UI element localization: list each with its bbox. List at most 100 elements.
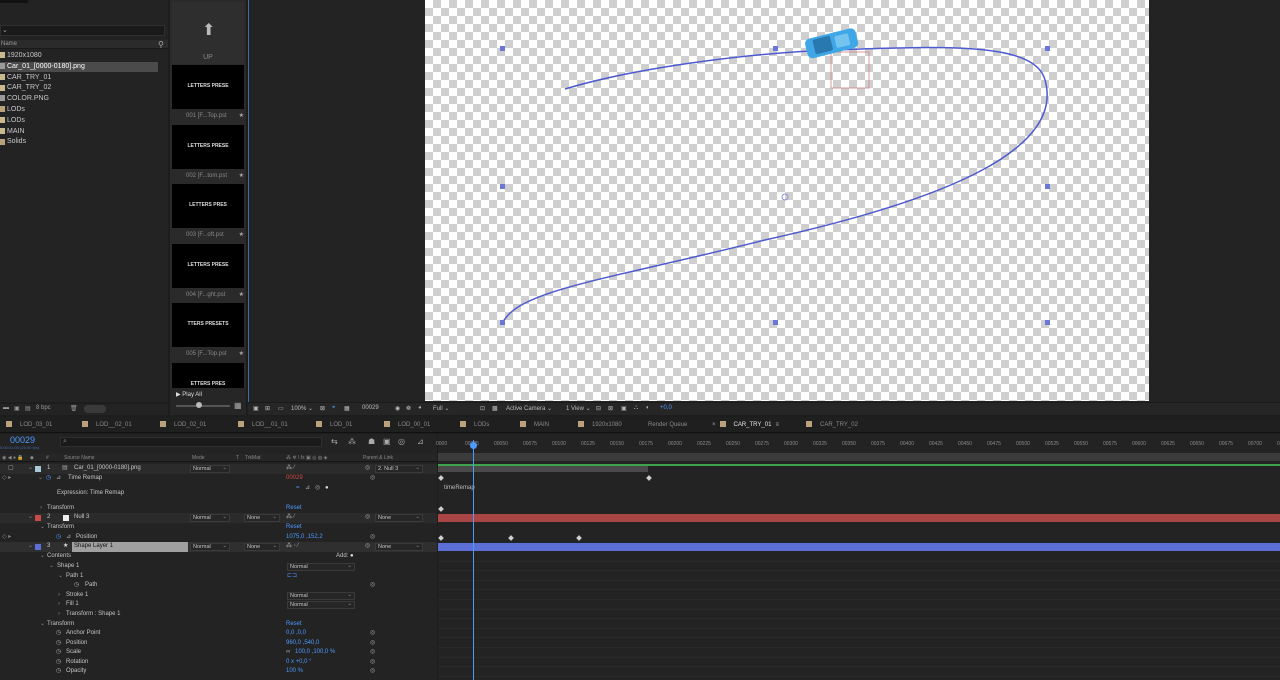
- comp-tab[interactable]: Render Queue: [648, 417, 687, 433]
- pickwhip-icon[interactable]: ◎: [365, 464, 370, 474]
- comp-tab[interactable]: LOD_03_01: [6, 417, 52, 433]
- comp-tab[interactable]: LOD__01_01: [238, 417, 288, 433]
- preset-size-knob[interactable]: [196, 402, 202, 408]
- motion-blur-icon[interactable]: ◎: [398, 437, 405, 446]
- pixel-aspect-icon[interactable]: ⊟: [596, 405, 601, 412]
- favorite-star-icon[interactable]: ★: [239, 110, 244, 122]
- preset-label[interactable]: 002 [F...tom.pst ★: [172, 170, 246, 182]
- layer-name[interactable]: Shape Layer 1: [72, 542, 188, 552]
- expand-chevron-icon[interactable]: ⌄: [28, 542, 33, 552]
- toggle-transparency-icon[interactable]: ▩: [492, 405, 498, 412]
- expand-chevron-icon[interactable]: ⌄: [38, 474, 43, 484]
- grid-view-icon[interactable]: ▦: [234, 401, 242, 410]
- keyframe[interactable]: [508, 535, 514, 541]
- zoom-dropdown[interactable]: 100% ⌄: [291, 405, 313, 412]
- preset-label[interactable]: 003 [F...oft.pst ★: [172, 229, 246, 241]
- parent-dropdown[interactable]: 2. Null 3: [375, 465, 423, 473]
- layer-label-color[interactable]: [35, 515, 41, 521]
- project-item[interactable]: MAIN: [0, 127, 158, 137]
- timeline-track-area[interactable]: 0000000250005000075001000012500150001750…: [436, 434, 1280, 680]
- camera-dropdown[interactable]: Active Camera ⌄: [506, 405, 552, 412]
- current-time-indicator[interactable]: [473, 440, 474, 680]
- shape1-mode-dropdown[interactable]: Normal: [287, 563, 355, 571]
- favorite-star-icon[interactable]: ★: [239, 170, 244, 182]
- layer-name[interactable]: Null 3: [74, 513, 89, 523]
- layer-label-color[interactable]: [35, 466, 41, 472]
- fill1-mode-dropdown[interactable]: Normal: [287, 601, 355, 609]
- stroke1-mode-dropdown[interactable]: Normal: [287, 592, 355, 600]
- keyframe[interactable]: [576, 535, 582, 541]
- anchor-value[interactable]: 0,0 ,0,0: [286, 629, 306, 639]
- new-comp-icon[interactable]: ▣: [14, 405, 20, 412]
- project-item[interactable]: Solids: [0, 137, 158, 147]
- source-name-column[interactable]: Source Name: [64, 454, 95, 462]
- pickwhip-icon[interactable]: ◎: [370, 648, 375, 658]
- comp-tab[interactable]: LOD_01: [316, 417, 352, 433]
- layer-row-2[interactable]: ⌄ 2 Null 3 Normal None ⁂ ⁄ ◎ None: [0, 513, 437, 523]
- layer-switches[interactable]: ⁂ ⁄: [286, 464, 295, 474]
- always-preview-icon[interactable]: ▣: [253, 405, 259, 412]
- project-item[interactable]: LODs: [0, 105, 158, 115]
- bpc-label[interactable]: 8 bpc: [36, 405, 51, 411]
- pickwhip-icon[interactable]: ◎: [370, 581, 375, 591]
- opacity-row[interactable]: ◷ Opacity 100 % ◎: [0, 667, 437, 677]
- keyframe[interactable]: [438, 475, 444, 481]
- keyframe[interactable]: [438, 535, 444, 541]
- up-folder-button[interactable]: ⬆ UP: [172, 2, 244, 64]
- pickwhip-icon[interactable]: ◎: [365, 513, 370, 523]
- safe-margins-icon[interactable]: ⌖: [332, 405, 335, 412]
- draft-3d-icon[interactable]: ⁂: [348, 437, 356, 446]
- preset-thumbnail[interactable]: LETTERS PRESE: [172, 65, 244, 109]
- pickwhip-icon[interactable]: ◎: [365, 542, 370, 552]
- expand-chevron-icon[interactable]: ›: [58, 600, 60, 610]
- snapshot-icon[interactable]: ◉: [395, 405, 400, 412]
- flowchart-icon[interactable]: ⚲: [158, 40, 164, 49]
- favorite-star-icon[interactable]: ★: [239, 348, 244, 360]
- layer-row-3[interactable]: ⌄ 3 ★ Shape Layer 1 Normal None ⁂ ◦ ⁄ ◎ …: [0, 542, 437, 552]
- keyframe-nav-icon[interactable]: ◇ ▸: [2, 474, 11, 484]
- play-all-button[interactable]: ▶ Play All: [176, 391, 202, 398]
- layer-row-1[interactable]: ▢ ⌄ 1 ▤ Car_01_[0000-0180].png Normal ⁂ …: [0, 464, 437, 474]
- mode-dropdown[interactable]: Normal: [190, 514, 230, 522]
- search-dropdown-icon[interactable]: ⌄: [2, 26, 8, 34]
- parent-dropdown[interactable]: None: [375, 514, 423, 522]
- stopwatch-icon[interactable]: ◷: [74, 581, 79, 591]
- fill1-row[interactable]: › Fill 1 Normal: [0, 600, 437, 610]
- grid-icon[interactable]: ⊠: [320, 405, 325, 412]
- preset-thumbnail[interactable]: LETTERS PRESE: [172, 124, 244, 169]
- layer-name[interactable]: Car_01_[0000-0180].png: [74, 464, 141, 474]
- comp-tab[interactable]: × CAR_TRY_01 ≡: [712, 417, 779, 433]
- stopwatch-icon[interactable]: ◷: [46, 474, 51, 484]
- reset-exposure-icon[interactable]: ◐: [646, 405, 650, 411]
- show-snapshot-icon[interactable]: ❁: [406, 405, 411, 412]
- path-row[interactable]: ◷ Path ◎: [0, 581, 437, 591]
- comp-tab[interactable]: LOD_02_01: [160, 417, 206, 433]
- preset-size-slider[interactable]: [176, 405, 230, 407]
- pickwhip-icon[interactable]: ◎: [370, 667, 375, 677]
- shape1-row[interactable]: ⌄ Shape 1 Normal: [0, 562, 437, 572]
- expand-chevron-icon[interactable]: ⌄: [40, 523, 45, 533]
- stopwatch-icon[interactable]: ◷: [56, 629, 61, 639]
- layer-label-color[interactable]: [35, 544, 41, 550]
- guides-icon[interactable]: ⊞: [265, 405, 270, 412]
- project-item[interactable]: CAR_TRY_02: [0, 83, 158, 93]
- comp-tab[interactable]: LODs: [460, 417, 489, 433]
- expand-chevron-icon[interactable]: ⌄: [49, 562, 54, 572]
- comp-canvas[interactable]: [425, 0, 1149, 401]
- favorite-star-icon[interactable]: ★: [239, 229, 244, 241]
- flowchart-icon[interactable]: ⛬: [634, 405, 638, 412]
- project-item[interactable]: COLOR.PNG: [0, 94, 158, 104]
- layer-switches[interactable]: ⁂ ⁄: [286, 513, 295, 523]
- trash-icon[interactable]: 🗑: [70, 405, 78, 412]
- shape-layer-bar[interactable]: [438, 543, 1280, 551]
- opacity-value[interactable]: 100 %: [286, 667, 303, 677]
- fast-previews-icon[interactable]: ⊠: [608, 405, 613, 412]
- expand-chevron-icon[interactable]: ⌄: [40, 552, 45, 562]
- anchor-row[interactable]: ◷ Anchor Point 0,0 ,0,0 ◎: [0, 629, 437, 639]
- timeline-timecode[interactable]: 00029: [10, 435, 35, 445]
- transform-shape-row[interactable]: › Transform : Shape 1: [0, 610, 437, 620]
- trkmat-dropdown[interactable]: None: [244, 543, 280, 551]
- shy-icon[interactable]: ☗: [368, 437, 375, 446]
- comp-tab[interactable]: LOD_00_01: [384, 417, 430, 433]
- timeline-search-input[interactable]: ⌕: [60, 437, 322, 447]
